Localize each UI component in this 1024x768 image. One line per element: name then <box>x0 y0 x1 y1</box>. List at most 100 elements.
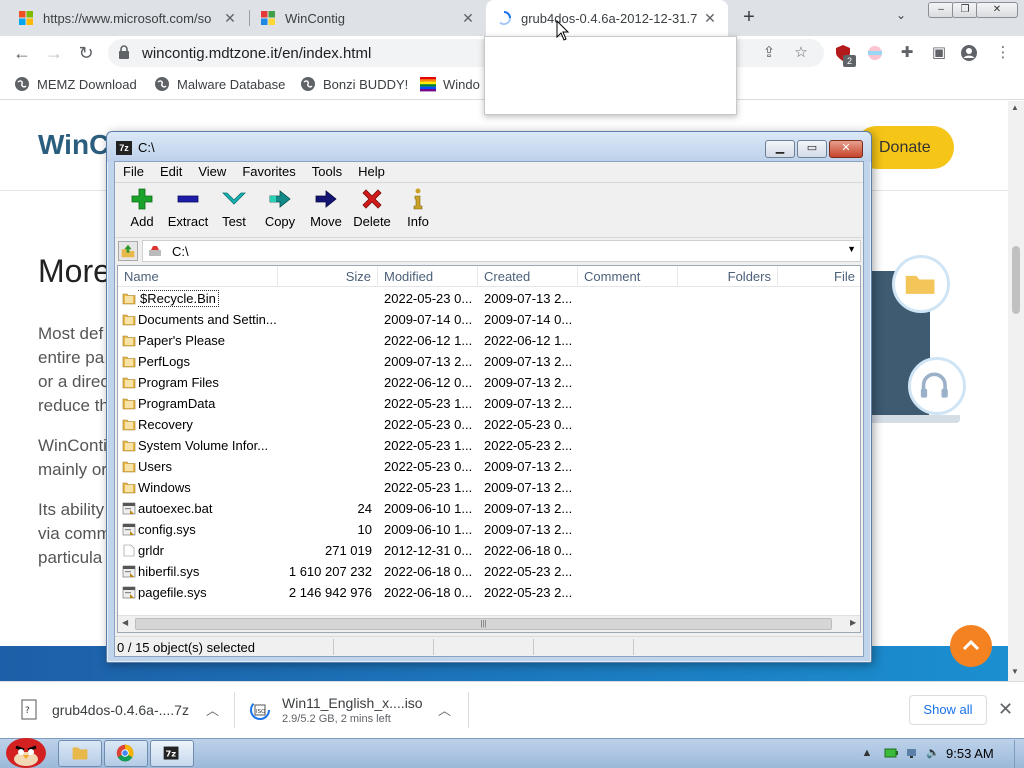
back-arrow-icon[interactable]: ← <box>10 41 34 65</box>
close-icon[interactable]: ✕ <box>460 10 476 27</box>
menu-edit[interactable]: Edit <box>152 162 190 182</box>
taskbar-clock[interactable]: 9:53 AM <box>946 746 994 761</box>
download-item-grub4dos[interactable]: ? grub4dos-0.4.6a-....7z ︿ <box>20 690 230 730</box>
taskbar-explorer-button[interactable] <box>58 740 102 767</box>
horizontal-scrollbar-thumb[interactable]: ||| <box>135 618 832 630</box>
info-button[interactable]: Info <box>395 187 441 229</box>
star-icon[interactable]: ☆ <box>792 44 810 62</box>
file-name: Windows <box>138 477 288 498</box>
file-modified-text: 2022-05-23 0... <box>384 459 473 474</box>
globe-icon <box>15 77 29 91</box>
battery-icon[interactable] <box>884 746 898 760</box>
menu-tools[interactable]: Tools <box>304 162 350 182</box>
parent-folder-button[interactable] <box>118 241 138 261</box>
horizontal-scrollbar[interactable]: ◀ ||| ▶ <box>118 615 860 632</box>
file-list-row[interactable]: grldr 271 019 2012-12-31 0... 2022-06-18 0.… <box>118 540 860 561</box>
column-files[interactable]: File <box>778 266 860 287</box>
column-comment[interactable]: Comment <box>578 266 678 287</box>
file-list-row[interactable]: ProgramData 2022-05-23 1... 2009-07-13 2..… <box>118 393 860 414</box>
close-window-button[interactable]: ✕ <box>976 2 1018 18</box>
network-icon[interactable] <box>906 746 920 760</box>
file-list-row[interactable]: Program Files 2022-06-12 0... 2009-07-13 2… <box>118 372 860 393</box>
bookmark-windows[interactable]: Windo <box>420 76 480 92</box>
extract-button[interactable]: Extract <box>165 187 211 229</box>
sevenzip-titlebar[interactable]: 7z C:\ ▁ ▭ ✕ <box>107 132 871 162</box>
new-tab-button[interactable]: + <box>738 6 760 28</box>
column-modified[interactable]: Modified <box>378 266 478 287</box>
delete-button[interactable]: Delete <box>349 187 395 229</box>
file-list-row[interactable]: Recovery 2022-05-23 0... 2022-05-23 0... <box>118 414 860 435</box>
file-list-row[interactable]: PerfLogs 2009-07-13 2... 2009-07-13 2... <box>118 351 860 372</box>
scroll-to-top-button[interactable] <box>950 625 992 667</box>
taskbar-7zip-button[interactable]: 7z <box>150 740 194 767</box>
scroll-right-arrow-icon[interactable]: ▶ <box>850 618 856 627</box>
forward-arrow-icon[interactable]: → <box>42 41 66 65</box>
share-icon[interactable]: ⇪ <box>760 44 778 62</box>
profile-avatar-icon[interactable] <box>960 44 978 62</box>
menu-file[interactable]: File <box>115 162 152 182</box>
chevron-up-icon[interactable]: ︿ <box>206 700 219 719</box>
reload-icon[interactable]: ↻ <box>74 41 98 65</box>
menu-help[interactable]: Help <box>350 162 393 182</box>
colorful-extension-icon[interactable] <box>866 44 884 62</box>
add-button[interactable]: Add <box>119 187 165 229</box>
minimize-button[interactable]: – <box>928 2 954 18</box>
sevenzip-client-area: File Edit View Favorites Tools Help Add … <box>114 161 864 657</box>
file-name: Users <box>138 456 288 477</box>
taskbar-chrome-button[interactable] <box>104 740 148 767</box>
tab-wincontig[interactable]: WinContig ✕ <box>250 0 486 36</box>
file-list-row[interactable]: Users 2022-05-23 0... 2009-07-13 2... <box>118 456 860 477</box>
file-list-row[interactable]: Paper's Please 2022-06-12 1... 2022-06-12 … <box>118 330 860 351</box>
close-icon[interactable]: ✕ <box>998 699 1013 720</box>
bookmark-memz[interactable]: MEMZ Download <box>14 76 137 92</box>
chevron-up-icon[interactable]: ︿ <box>438 700 451 719</box>
tab-search-chevron-icon[interactable]: ⌄ <box>896 8 906 22</box>
file-list-row[interactable]: Documents and Settin... 2009-07-14 0... 20… <box>118 309 860 330</box>
bookmark-malware-database[interactable]: Malware Database <box>154 76 285 92</box>
close-button[interactable]: ✕ <box>829 140 863 158</box>
move-button[interactable]: Move <box>303 187 349 229</box>
maximize-button[interactable]: ▭ <box>797 140 827 158</box>
tab-grub4dos[interactable]: grub4dos-0.4.6a-2012-12-31.7 ✕ <box>486 0 728 36</box>
kebab-menu-icon[interactable]: ⋮ <box>994 44 1012 62</box>
tab-microsoft[interactable]: https://www.microsoft.com/so ✕ <box>8 0 248 36</box>
page-scrollbar-thumb[interactable] <box>1012 246 1020 314</box>
scroll-left-arrow-icon[interactable]: ◀ <box>122 618 128 627</box>
file-list-row[interactable]: hiberfil.sys 1 610 207 232 2022-06-18 0...… <box>118 561 860 582</box>
copy-button[interactable]: Copy <box>257 187 303 229</box>
angry-bird-start-icon[interactable] <box>2 731 50 768</box>
menu-favorites[interactable]: Favorites <box>234 162 303 182</box>
side-panel-icon[interactable]: ▣ <box>930 44 948 62</box>
test-button[interactable]: Test <box>211 187 257 229</box>
show-desktop-button[interactable] <box>1014 740 1024 768</box>
file-list-row[interactable]: Windows 2022-05-23 1... 2009-07-13 2... <box>118 477 860 498</box>
path-combobox[interactable]: C:\ ▼ <box>142 240 861 262</box>
menu-view[interactable]: View <box>190 162 234 182</box>
column-created[interactable]: Created <box>478 266 578 287</box>
scroll-down-arrow-icon[interactable]: ▼ <box>1011 667 1019 676</box>
download-item-win11[interactable]: ISO Win11_English_x....iso 2.9/5.2 GB, 2… <box>250 690 460 730</box>
file-list-row[interactable]: System Volume Infor... 2022-05-23 1... 202… <box>118 435 860 456</box>
tray-show-hidden-icon[interactable]: ▲ <box>860 746 874 760</box>
column-folders[interactable]: Folders <box>678 266 778 287</box>
file-icon <box>123 544 135 557</box>
close-icon[interactable]: ✕ <box>702 10 718 27</box>
show-all-button[interactable]: Show all <box>909 695 987 725</box>
page-scrollbar[interactable]: ▲ ▼ <box>1008 101 1024 681</box>
file-list-row[interactable]: config.sys 10 2009-06-10 1... 2009-07-13 2.… <box>118 519 860 540</box>
puzzle-extensions-icon[interactable]: ✚ <box>898 44 916 62</box>
column-size[interactable]: Size <box>278 266 378 287</box>
scroll-up-arrow-icon[interactable]: ▲ <box>1011 103 1019 112</box>
dropdown-arrow-icon[interactable]: ▼ <box>847 244 856 254</box>
column-name[interactable]: Name <box>118 266 278 287</box>
close-icon[interactable]: ✕ <box>222 10 238 27</box>
volume-icon[interactable]: 🔈 <box>926 746 940 760</box>
bookmark-bonzi-buddy[interactable]: Bonzi BUDDY! <box>300 76 408 92</box>
restore-button[interactable]: ❐ <box>952 2 978 18</box>
file-list-row[interactable]: pagefile.sys 2 146 942 976 2022-06-18 0...… <box>118 582 860 603</box>
minimize-button[interactable]: ▁ <box>765 140 795 158</box>
file-list-row[interactable]: $Recycle.Bin 2022-05-23 0... 2009-07-13 2.… <box>118 288 860 309</box>
folder-icon <box>122 293 136 305</box>
svg-text:7z: 7z <box>166 749 177 759</box>
file-list-row[interactable]: autoexec.bat 24 2009-06-10 1... 2009-07-13 … <box>118 498 860 519</box>
